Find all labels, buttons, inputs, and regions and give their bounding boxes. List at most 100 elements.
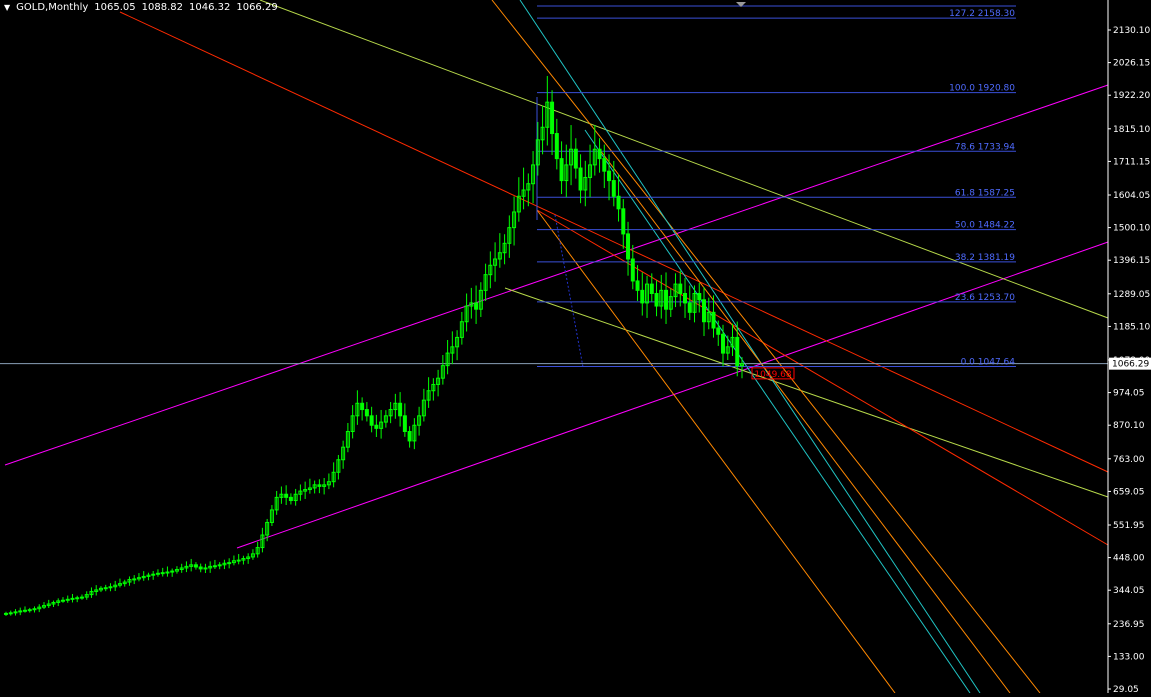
candle xyxy=(450,331,455,365)
candle-body xyxy=(611,180,616,197)
candle-body xyxy=(103,587,108,590)
candle xyxy=(374,414,379,438)
candle xyxy=(417,406,422,436)
candle-body xyxy=(573,148,578,169)
candle xyxy=(654,280,659,317)
candle xyxy=(165,566,170,577)
candle xyxy=(379,409,384,439)
fib-level-label: 100.0 1920.80 xyxy=(949,84,1015,94)
y-tick-label: 1289.05 xyxy=(1113,290,1150,300)
candle xyxy=(75,595,80,603)
candle-body xyxy=(678,283,683,294)
candle xyxy=(155,569,160,577)
candle xyxy=(455,330,460,361)
candle xyxy=(212,559,217,570)
candle-body xyxy=(735,336,740,367)
candle-body xyxy=(360,402,365,411)
candle xyxy=(459,311,464,345)
candle xyxy=(583,160,588,207)
candle-body xyxy=(155,572,160,575)
fib-level-label: 61.8 1587.25 xyxy=(955,188,1015,198)
candle-body xyxy=(198,566,203,570)
y-tick-label: 133.00 xyxy=(1113,652,1145,662)
candle xyxy=(702,287,707,337)
candle xyxy=(236,554,241,565)
candle xyxy=(127,576,132,586)
candle xyxy=(597,138,602,173)
candle-body xyxy=(60,599,65,602)
candle-body xyxy=(8,612,13,615)
candle xyxy=(113,580,118,591)
candle-body xyxy=(4,612,8,615)
candle xyxy=(208,561,213,573)
y-tick-label: 448.00 xyxy=(1113,554,1145,564)
candle xyxy=(640,272,645,316)
orange-fan-line-2 xyxy=(599,149,1011,694)
candle xyxy=(516,177,521,222)
candle-body xyxy=(402,415,407,433)
candle xyxy=(27,607,32,613)
candle xyxy=(46,599,51,608)
triangle-down-icon[interactable]: ▼ xyxy=(4,3,10,12)
cyan-fan-line-1 xyxy=(519,0,981,694)
price-chart[interactable]: 127.2 2158.30 100.0 1920.80 78.6 1733.94 61… xyxy=(0,0,1151,695)
red-trendline xyxy=(119,11,1109,473)
candle xyxy=(645,275,650,318)
candle xyxy=(521,167,526,210)
candle-body xyxy=(79,596,84,599)
y-tick-label: 1711.15 xyxy=(1113,157,1150,167)
candle-body xyxy=(22,609,27,612)
candle xyxy=(174,566,179,574)
candle xyxy=(122,579,127,587)
chart-area[interactable]: 127.2 2158.30 100.0 1920.80 78.6 1733.94 61… xyxy=(0,0,1151,695)
candle-body xyxy=(630,258,635,282)
candle xyxy=(383,410,388,428)
candle xyxy=(483,263,488,301)
candle xyxy=(322,478,327,495)
candle xyxy=(65,595,70,603)
candle xyxy=(440,355,445,385)
candle xyxy=(621,199,626,249)
candle xyxy=(179,563,184,573)
chart-header: ▼ GOLD,Monthly 1065.05 1088.82 1046.32 1… xyxy=(4,2,278,13)
candle-body xyxy=(160,572,165,575)
candle xyxy=(293,488,298,506)
candle-body xyxy=(578,167,583,191)
candle xyxy=(388,402,393,424)
candle xyxy=(730,323,735,356)
candle xyxy=(355,390,360,425)
candle xyxy=(317,479,322,494)
candle-body xyxy=(170,570,175,573)
candle-body xyxy=(474,302,479,310)
candle xyxy=(360,397,365,421)
candle xyxy=(84,591,89,600)
candle xyxy=(469,287,474,319)
candle xyxy=(151,570,156,580)
yellow-trendline-upper xyxy=(259,0,1109,319)
candle xyxy=(341,440,346,469)
y-tick-label: 1185.10 xyxy=(1113,322,1150,332)
y-tick-label: 974.05 xyxy=(1113,389,1145,399)
candle-body xyxy=(697,292,702,301)
candle xyxy=(32,606,37,613)
candle xyxy=(203,563,208,574)
candle xyxy=(222,559,227,570)
candle xyxy=(274,490,279,515)
candle xyxy=(189,558,194,572)
candle xyxy=(98,586,103,593)
candle-body xyxy=(27,609,32,612)
candle-body xyxy=(621,208,626,235)
candle xyxy=(288,493,293,505)
y-tick-label: 1396.15 xyxy=(1113,256,1150,266)
candle-body xyxy=(369,415,374,426)
fib-level-label: 0.0 1047.64 xyxy=(961,358,1016,368)
candle-body xyxy=(203,567,208,570)
fib-level-label: 78.6 1733.94 xyxy=(955,142,1015,152)
candle-body xyxy=(597,148,602,160)
candle xyxy=(488,251,493,289)
candle xyxy=(697,282,702,313)
candle xyxy=(241,555,246,565)
candle xyxy=(18,607,23,616)
y-tick-label: 1500.10 xyxy=(1113,224,1150,234)
candle-body xyxy=(716,327,721,335)
